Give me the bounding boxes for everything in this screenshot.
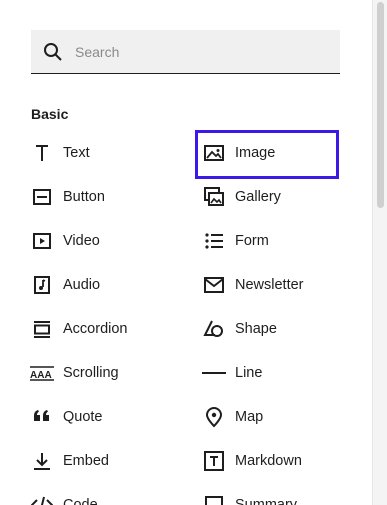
block-item-embed[interactable]: Embed [30,439,180,483]
block-item-label: Scrolling [63,365,119,381]
accordion-icon [34,321,50,338]
audio-icon [34,276,50,294]
shape-icon [203,320,223,337]
category-heading: Basic [31,106,69,122]
block-item-label: Line [235,365,263,381]
block-item-markdown[interactable]: Markdown [202,439,362,483]
search-input[interactable] [75,30,325,73]
markdown-icon [204,451,224,471]
block-item-accordion[interactable]: Accordion [30,307,180,351]
map-pin-icon [205,407,223,428]
block-item-summary[interactable]: Summary [202,483,362,505]
block-item-label: Audio [63,277,101,293]
block-item-label: Accordion [63,321,128,337]
block-item-label: Newsletter [235,277,304,293]
block-item-form[interactable]: Form [202,219,362,263]
block-inserter-panel: Basic Text Image Button Gallery Video Fo… [0,0,372,505]
block-item-button[interactable]: Button [30,175,180,219]
line-icon [202,372,226,374]
block-item-shape[interactable]: Shape [202,307,362,351]
search-icon [44,43,62,61]
embed-download-icon [34,453,50,470]
text-icon [36,145,48,161]
block-item-audio[interactable]: Audio [30,263,180,307]
code-icon [31,496,53,505]
gallery-icon [204,187,224,206]
button-icon [33,189,51,205]
quote-icon [34,410,49,421]
block-item-label: Embed [63,453,109,469]
block-item-code[interactable]: Code [30,483,180,505]
block-item-newsletter[interactable]: Newsletter [202,263,362,307]
summary-icon [205,496,223,505]
video-icon [33,233,51,249]
block-item-quote[interactable]: Quote [30,395,180,439]
search-box[interactable] [31,30,340,74]
block-item-label: Markdown [235,453,302,469]
block-item-label: Quote [63,409,103,425]
block-item-label: Form [235,233,269,249]
block-item-line[interactable]: Line [202,351,362,395]
block-item-video[interactable]: Video [30,219,180,263]
block-item-gallery[interactable]: Gallery [202,175,362,219]
vertical-scrollbar[interactable] [372,0,387,505]
form-icon [205,233,223,249]
envelope-icon [204,277,224,293]
selection-highlight [195,130,339,179]
block-item-label: Gallery [235,189,281,205]
block-item-text[interactable]: Text [30,131,180,175]
block-item-label: Map [235,409,264,425]
block-item-label: Shape [235,321,277,337]
scrollbar-thumb[interactable] [377,2,384,208]
block-item-label: Code [63,497,98,505]
block-item-label: Button [63,189,105,205]
block-item-label: Video [63,233,100,249]
block-item-scrolling[interactable]: AAA Scrolling [30,351,180,395]
scrolling-text-icon: AAA [30,366,54,381]
block-item-label: Summary [235,497,298,505]
block-item-map[interactable]: Map [202,395,362,439]
block-item-label: Text [63,145,90,161]
